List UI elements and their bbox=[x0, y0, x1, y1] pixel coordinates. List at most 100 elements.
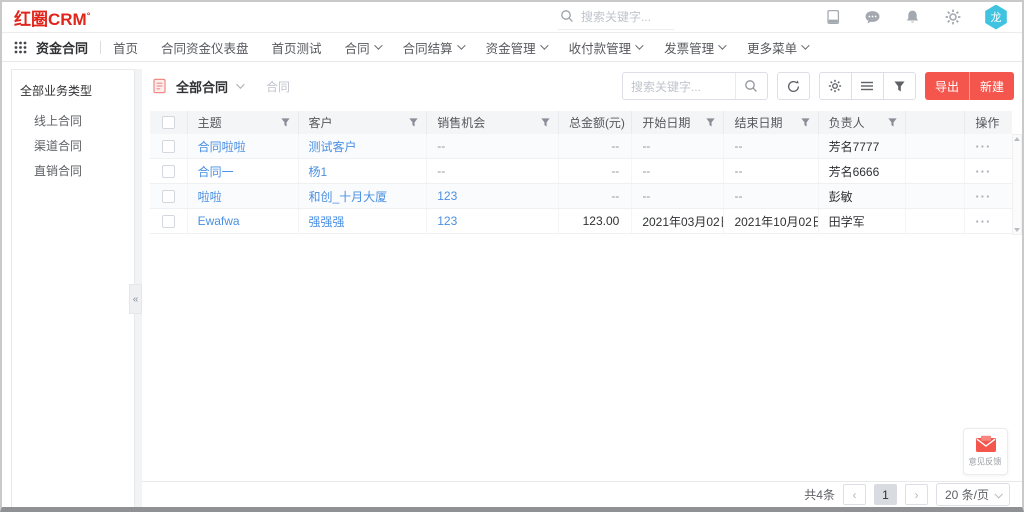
contracts-table: 主题 客户 销售机会 总金额(元) 开始日期 结束日期 负责人 操作 合同啦啦 bbox=[142, 111, 1022, 235]
brand-logo-text: 红圈CRM bbox=[14, 10, 87, 29]
main-empty-space: 意见反馈 bbox=[142, 235, 1022, 481]
pagination-bar: 共4条 ‹ 1 › 20 条/页 bbox=[142, 481, 1022, 507]
customer-link[interactable]: 测试客户 bbox=[309, 138, 357, 155]
sidebar-item-channel-contract[interactable]: 渠道合同 bbox=[20, 133, 134, 158]
amount-value: 123.00 bbox=[583, 214, 620, 228]
table-scrollbar[interactable] bbox=[1012, 134, 1022, 235]
owner-value: 芳名6666 bbox=[829, 163, 880, 180]
chevron-down-icon bbox=[374, 41, 382, 49]
row-actions-button[interactable]: ··· bbox=[975, 189, 991, 204]
chevron-down-icon bbox=[718, 41, 726, 49]
end-date-value: -- bbox=[734, 139, 742, 153]
app-grid-icon[interactable] bbox=[14, 41, 27, 54]
row-checkbox[interactable] bbox=[162, 165, 175, 178]
row-actions-button[interactable]: ··· bbox=[975, 164, 991, 179]
current-page-button[interactable]: 1 bbox=[874, 484, 897, 505]
end-date-value: -- bbox=[734, 189, 742, 203]
current-app-name[interactable]: 资金合同 bbox=[36, 38, 88, 57]
chevron-down-icon bbox=[236, 80, 244, 88]
bell-icon[interactable] bbox=[904, 9, 921, 26]
row-actions-button[interactable]: ··· bbox=[975, 214, 991, 229]
chat-icon[interactable] bbox=[864, 9, 881, 26]
nav-item-contract[interactable]: 合同 bbox=[345, 38, 380, 57]
refresh-button[interactable] bbox=[777, 72, 810, 100]
owner-value: 彭敏 bbox=[829, 188, 853, 205]
sidebar: 全部业务类型 线上合同 渠道合同 直销合同 bbox=[11, 69, 135, 507]
feedback-label: 意见反馈 bbox=[969, 456, 1002, 468]
chevron-down-icon bbox=[457, 41, 465, 49]
row-checkbox[interactable] bbox=[162, 215, 175, 228]
sidebar-item-direct-contract[interactable]: 直销合同 bbox=[20, 158, 134, 183]
nav-item-invoice-mgmt[interactable]: 发票管理 bbox=[664, 38, 724, 57]
main-panel: 全部合同 合同 搜索关键字... bbox=[142, 62, 1022, 507]
customer-link[interactable]: 强强强 bbox=[309, 213, 345, 230]
table-row: 合同啦啦 测试客户 -- -- -- -- 芳名7777 ··· bbox=[150, 134, 1012, 159]
search-submit-button[interactable] bbox=[735, 73, 767, 99]
chevron-down-icon bbox=[801, 41, 809, 49]
app-window: 红圈CRM° 搜索关键字... 龙 资金 bbox=[0, 0, 1024, 512]
row-checkbox[interactable] bbox=[162, 140, 175, 153]
customer-link[interactable]: 和创_十月大厦 bbox=[309, 188, 388, 205]
amount-value: -- bbox=[611, 164, 619, 178]
scroll-down-icon[interactable] bbox=[1014, 228, 1020, 232]
contract-link[interactable]: Ewafwa bbox=[198, 214, 240, 228]
filter-funnel-icon[interactable] bbox=[801, 118, 810, 127]
filter-funnel-icon[interactable] bbox=[706, 118, 715, 127]
column-header-blank bbox=[906, 111, 966, 134]
list-search-input[interactable]: 搜索关键字... bbox=[623, 78, 735, 95]
create-button[interactable]: 新建 bbox=[969, 72, 1014, 100]
row-actions-button[interactable]: ··· bbox=[975, 139, 991, 154]
view-selector-label: 全部合同 bbox=[176, 77, 228, 96]
global-search-input[interactable]: 搜索关键字... bbox=[558, 5, 674, 30]
select-all-checkbox[interactable] bbox=[162, 116, 175, 129]
search-icon bbox=[560, 9, 574, 23]
sidebar-collapse-button[interactable]: « bbox=[129, 284, 142, 314]
customer-link[interactable]: 杨1 bbox=[309, 163, 328, 180]
column-settings-button[interactable] bbox=[819, 72, 852, 100]
column-header-subject: 主题 bbox=[198, 114, 222, 131]
prev-page-button[interactable]: ‹ bbox=[843, 484, 866, 505]
nav-item-payment-mgmt[interactable]: 收付款管理 bbox=[569, 38, 642, 57]
nav-item-home-test[interactable]: 首页测试 bbox=[272, 38, 322, 57]
scroll-up-icon[interactable] bbox=[1014, 137, 1020, 141]
owner-value: 田学军 bbox=[829, 213, 865, 230]
sidebar-item-all-types[interactable]: 全部业务类型 bbox=[20, 82, 134, 99]
filter-funnel-icon[interactable] bbox=[281, 118, 290, 127]
primary-buttons: 导出 新建 bbox=[925, 72, 1014, 100]
view-selector[interactable]: 全部合同 bbox=[176, 77, 242, 96]
filter-funnel-icon[interactable] bbox=[541, 118, 550, 127]
user-avatar[interactable]: 龙 bbox=[984, 5, 1008, 30]
filter-funnel-icon[interactable] bbox=[888, 118, 897, 127]
filter-funnel-icon[interactable] bbox=[409, 118, 418, 127]
page-size-select[interactable]: 20 条/页 bbox=[936, 483, 1010, 506]
global-search-placeholder: 搜索关键字... bbox=[581, 8, 651, 25]
next-page-button[interactable]: › bbox=[905, 484, 928, 505]
list-view-button[interactable] bbox=[851, 72, 884, 100]
nav-item-more-menu[interactable]: 更多菜单 bbox=[747, 38, 807, 57]
column-header-opportunity: 销售机会 bbox=[437, 114, 485, 131]
nav-item-home[interactable]: 首页 bbox=[113, 38, 138, 57]
contract-link[interactable]: 啦啦 bbox=[198, 188, 222, 205]
brand-logo-mark: ° bbox=[87, 10, 91, 20]
top-bar: 红圈CRM° 搜索关键字... 龙 bbox=[2, 2, 1022, 33]
nav-item-contract-settle[interactable]: 合同结算 bbox=[403, 38, 463, 57]
sidebar-item-online-contract[interactable]: 线上合同 bbox=[20, 108, 134, 133]
gear-icon[interactable] bbox=[944, 9, 961, 26]
end-date-value: 2021年10月02日 bbox=[734, 213, 818, 230]
page-size-value: 20 条/页 bbox=[945, 486, 989, 503]
contract-link[interactable]: 合同啦啦 bbox=[198, 138, 246, 155]
opportunity-link[interactable]: 123 bbox=[437, 214, 457, 228]
contract-link[interactable]: 合同一 bbox=[198, 163, 234, 180]
start-date-value: -- bbox=[642, 139, 650, 153]
row-checkbox[interactable] bbox=[162, 190, 175, 203]
filter-button[interactable] bbox=[883, 72, 916, 100]
start-date-value: -- bbox=[642, 164, 650, 178]
export-button[interactable]: 导出 bbox=[925, 72, 969, 100]
contract-doc-icon bbox=[152, 78, 167, 94]
feedback-button[interactable]: 意见反馈 bbox=[963, 428, 1008, 475]
nav-item-dashboard[interactable]: 合同资金仪表盘 bbox=[161, 38, 249, 57]
nav-item-fund-mgmt[interactable]: 资金管理 bbox=[486, 38, 546, 57]
notebook-icon[interactable] bbox=[824, 9, 841, 26]
opportunity-link[interactable]: 123 bbox=[437, 189, 457, 203]
column-header-action: 操作 bbox=[975, 114, 999, 131]
